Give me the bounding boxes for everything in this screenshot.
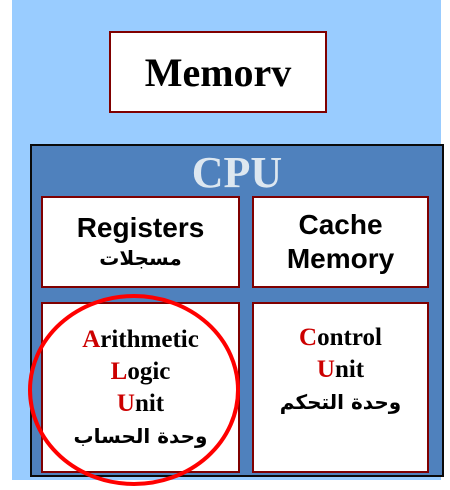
cpu-title: CPU bbox=[191, 148, 283, 197]
control-arabic-label: وحدة التحكم bbox=[279, 390, 402, 414]
control-unit-box: Control Unit وحدة التحكم bbox=[252, 302, 429, 473]
registers-arabic-label: مسجلات bbox=[99, 246, 182, 270]
memory-label-cache: Memory bbox=[286, 243, 395, 274]
control-rest-control: ontrol bbox=[317, 324, 382, 351]
registers-label: Registers bbox=[76, 212, 205, 243]
control-line-unit: Unit bbox=[317, 354, 364, 386]
cache-memory-box: Cache Memory bbox=[252, 196, 429, 288]
memory-box: Memorv bbox=[109, 31, 327, 113]
registers-box: Registers مسجلات bbox=[41, 196, 240, 288]
control-initial-u: U bbox=[316, 356, 335, 383]
control-rest-unit: nit bbox=[334, 356, 365, 383]
control-line-control: Control bbox=[299, 322, 382, 354]
cache-label: Cache bbox=[298, 209, 383, 240]
memory-label: Memorv bbox=[144, 49, 292, 95]
control-initial-c: C bbox=[299, 324, 318, 351]
alu-highlight-circle bbox=[28, 294, 240, 486]
